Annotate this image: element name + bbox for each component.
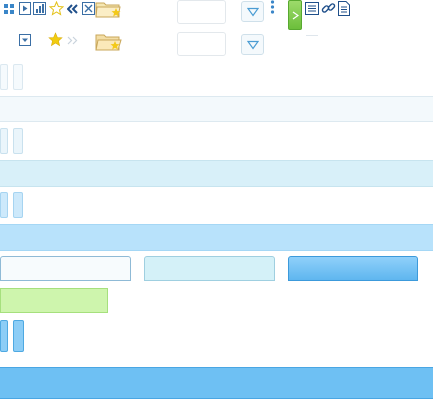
row-blue[interactable] (0, 367, 433, 399)
star-filled-icon[interactable] (48, 32, 63, 47)
handle-sky[interactable] (0, 192, 8, 218)
tab-button-blue[interactable] (288, 256, 418, 281)
handle-sky[interactable] (13, 192, 23, 218)
double-right-faded-icon[interactable] (67, 36, 78, 45)
folder-star-icon[interactable] (95, 0, 123, 19)
row-light[interactable] (0, 96, 433, 122)
green-side-tab[interactable] (288, 0, 302, 30)
document-icon[interactable] (338, 1, 350, 16)
star-outline-icon[interactable] (49, 1, 64, 16)
link-icon[interactable] (321, 1, 336, 16)
list-icon[interactable] (305, 2, 319, 15)
row-sky[interactable] (0, 224, 433, 251)
handle-light[interactable] (13, 64, 23, 90)
row-cyan[interactable] (0, 160, 433, 187)
search-input[interactable] (177, 0, 226, 24)
dropdown-box-icon[interactable] (19, 34, 31, 46)
tab-button-cyan[interactable] (144, 256, 275, 281)
tab-button-light[interactable] (0, 256, 131, 281)
handle-pale[interactable] (0, 128, 8, 154)
play-icon[interactable] (19, 2, 31, 15)
search-dropdown-button[interactable] (241, 1, 264, 22)
filter-input[interactable] (177, 32, 226, 56)
close-box-icon[interactable] (82, 2, 95, 15)
arrow-right-icon (292, 11, 299, 20)
filter-dropdown-button[interactable] (241, 34, 264, 55)
chevron-down-icon (247, 7, 259, 17)
divider (306, 35, 318, 36)
folder-star-icon[interactable] (95, 31, 123, 52)
bar-chart-icon[interactable] (33, 2, 46, 15)
vertical-dots-icon[interactable] (270, 0, 275, 14)
handle-blue[interactable] (0, 320, 8, 352)
handle-pale[interactable] (13, 128, 23, 154)
green-highlight-bar[interactable] (0, 288, 108, 313)
handle-light[interactable] (0, 64, 8, 90)
double-left-icon[interactable] (67, 4, 79, 14)
handle-blue[interactable] (13, 320, 24, 352)
chevron-down-icon (247, 40, 259, 50)
grid-icon[interactable] (4, 4, 14, 14)
